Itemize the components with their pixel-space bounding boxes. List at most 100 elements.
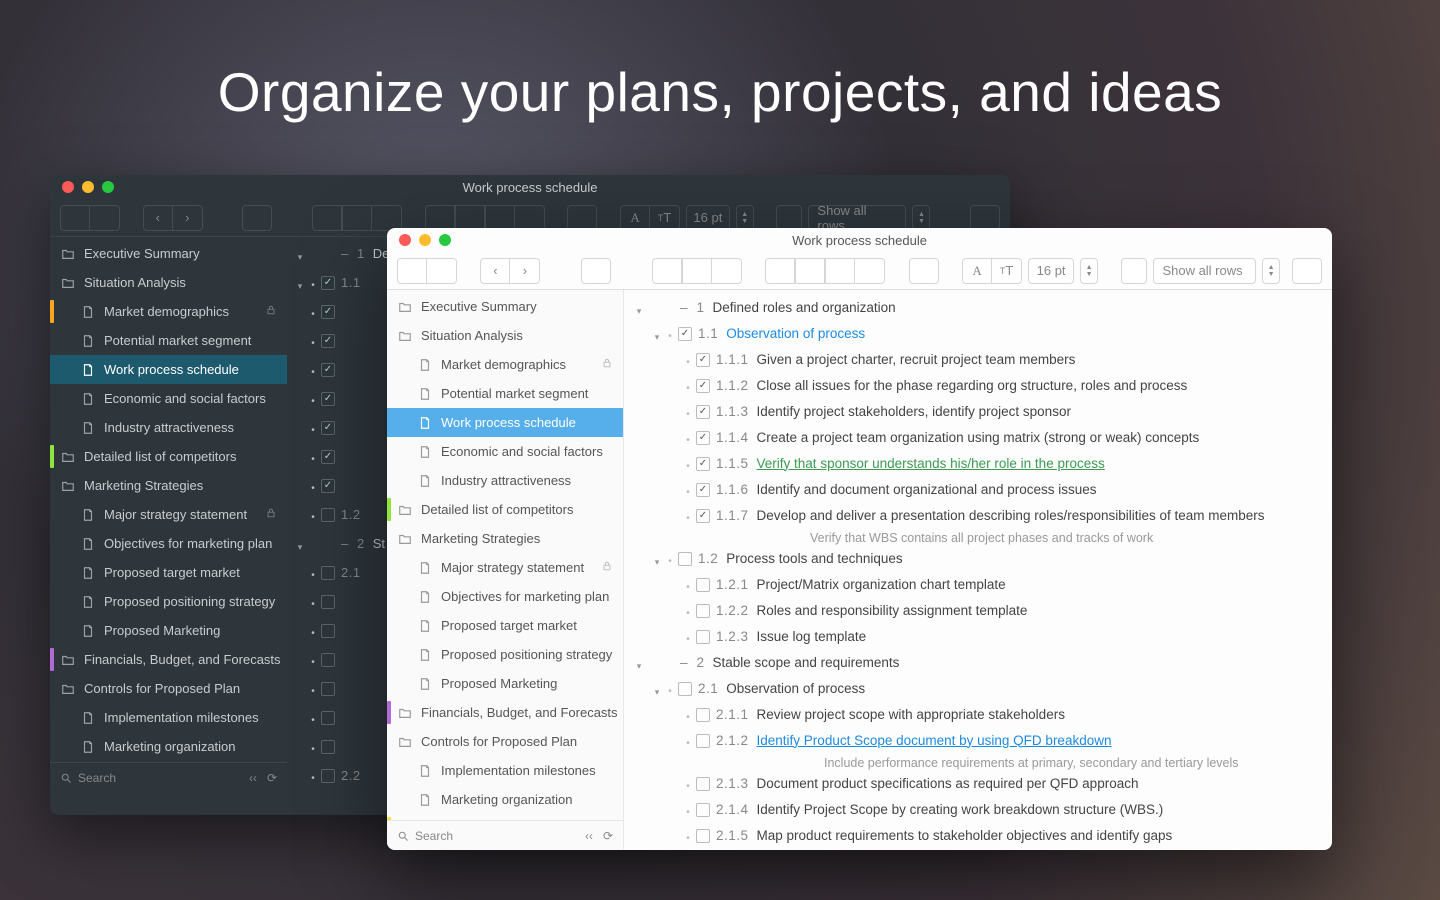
sidebar-item[interactable]: Potential market segment <box>50 326 287 355</box>
checkbox[interactable] <box>321 508 335 522</box>
checkbox[interactable] <box>321 479 335 493</box>
sidebar-item[interactable]: Detailed list of competitors <box>50 442 287 471</box>
sidebar-item[interactable]: Marketing organization <box>50 732 287 761</box>
collapse-icon[interactable]: ‹‹ <box>249 771 257 785</box>
new-doc-button[interactable] <box>60 205 90 231</box>
delete-button[interactable] <box>242 205 272 231</box>
outline-row[interactable]: •1.1.3Identify project stakeholders, ide… <box>628 400 1328 426</box>
outline-row[interactable]: •1.1.7Develop and deliver a presentation… <box>628 504 1328 530</box>
filter-select[interactable]: Show all rows <box>1153 258 1256 284</box>
checkbox[interactable] <box>696 578 710 592</box>
outline-row[interactable]: •2.1.5Map product requirements to stakeh… <box>628 824 1328 850</box>
checkbox[interactable] <box>321 595 335 609</box>
outline-row[interactable]: •1.1.4Create a project team organization… <box>628 426 1328 452</box>
zoom-icon[interactable] <box>102 181 114 193</box>
sidebar-item[interactable]: Objectives for marketing plan <box>387 582 623 611</box>
checkbox[interactable] <box>696 829 710 843</box>
checkbox[interactable] <box>321 450 335 464</box>
font-button[interactable]: A <box>962 258 992 284</box>
checkbox[interactable] <box>696 379 710 393</box>
checkbox[interactable] <box>321 682 335 696</box>
sidebar-item[interactable]: Marketing Strategies <box>50 471 287 500</box>
sidebar-item[interactable]: Proposed Marketing <box>387 669 623 698</box>
sidebar-item[interactable]: Situation Analysis <box>50 268 287 297</box>
close-icon[interactable] <box>399 234 411 246</box>
note-button[interactable] <box>909 258 939 284</box>
sidebar-item[interactable]: Detailed list of competitors <box>387 495 623 524</box>
disclosure-icon[interactable]: ▾ <box>650 683 664 701</box>
checkbox[interactable] <box>696 483 710 497</box>
split-button[interactable] <box>372 205 402 231</box>
numbered-button[interactable] <box>855 258 885 284</box>
checkbox[interactable] <box>321 624 335 638</box>
checkbox[interactable] <box>696 734 710 748</box>
checkbox[interactable] <box>696 509 710 523</box>
checkbox[interactable] <box>321 711 335 725</box>
sidebar-item[interactable]: Economic and social factors <box>50 384 287 413</box>
sidebar-item[interactable]: Industry attractiveness <box>387 466 623 495</box>
filter-select[interactable]: Show all rows <box>808 205 906 231</box>
checkbox[interactable] <box>321 653 335 667</box>
outline-row[interactable]: •1.1.6Identify and document organization… <box>628 478 1328 504</box>
indent-button[interactable] <box>342 205 372 231</box>
sidebar-item[interactable]: Executive Summary <box>387 292 623 321</box>
outline-row[interactable]: •2.1.2Identify Product Scope document by… <box>628 729 1328 755</box>
outline-row[interactable]: •1.1.1Given a project charter, recruit p… <box>628 348 1328 374</box>
sidebar-item[interactable]: Marketing organization <box>387 785 623 814</box>
sidebar-item[interactable]: Implementation milestones <box>387 756 623 785</box>
sidebar-search[interactable]: Search ‹‹ ⟳ <box>50 762 287 792</box>
new-folder-button[interactable] <box>90 205 120 231</box>
checkbox[interactable] <box>321 334 335 348</box>
back-button[interactable]: ‹ <box>480 258 510 284</box>
sidebar-item[interactable]: Implementation milestones <box>50 703 287 732</box>
titlebar[interactable]: Work process schedule <box>387 228 1332 252</box>
outline-row[interactable]: •2.1.3Document product specifications as… <box>628 772 1328 798</box>
split-button[interactable] <box>712 258 742 284</box>
indent-button[interactable] <box>682 258 712 284</box>
delete-button[interactable] <box>581 258 611 284</box>
checkbox[interactable] <box>321 421 335 435</box>
outline-row[interactable]: ▾•1.2Process tools and techniques <box>628 547 1328 573</box>
new-folder-button[interactable] <box>427 258 457 284</box>
checkbox[interactable] <box>696 708 710 722</box>
checkbox[interactable] <box>696 630 710 644</box>
sidebar-item[interactable]: Financials, Budget, and Forecasts <box>387 698 623 727</box>
checkbox[interactable] <box>321 740 335 754</box>
fontsize-stepper[interactable]: ▲▼ <box>1080 258 1098 284</box>
checkbox[interactable] <box>696 604 710 618</box>
checkbox[interactable] <box>678 327 692 341</box>
move-down-button[interactable] <box>795 258 825 284</box>
sidebar-item[interactable]: Industry attractiveness <box>50 413 287 442</box>
forward-button[interactable]: › <box>510 258 540 284</box>
disclosure-icon[interactable]: ▾ <box>632 657 646 675</box>
sidebar-search[interactable]: Search ‹‹ ⟳ <box>387 820 623 850</box>
sidebar-item[interactable]: Work process schedule <box>387 408 623 437</box>
list-button[interactable] <box>485 205 515 231</box>
list-button[interactable] <box>825 258 855 284</box>
outline-row[interactable]: •2.1.1Review project scope with appropri… <box>628 703 1328 729</box>
disclosure-icon[interactable]: ▾ <box>650 553 664 571</box>
move-up-button[interactable] <box>425 205 455 231</box>
sidebar-item[interactable]: Market demographics <box>387 350 623 379</box>
forward-button[interactable]: › <box>173 205 203 231</box>
numbered-button[interactable]: 1 <box>515 205 545 231</box>
outline-row[interactable]: ▾– 1Defined roles and organization <box>628 296 1328 322</box>
checkbox[interactable] <box>321 566 335 580</box>
sidebar-item[interactable]: Potential market segment <box>387 379 623 408</box>
sidebar-item[interactable]: Financials, Budget, and Forecasts <box>50 645 287 674</box>
sidebar-item[interactable]: Work process schedule <box>50 355 287 384</box>
move-down-button[interactable] <box>455 205 485 231</box>
sidebar-item[interactable]: Economic and social factors <box>387 437 623 466</box>
search-button[interactable] <box>970 205 1000 231</box>
checkbox[interactable] <box>696 803 710 817</box>
move-up-button[interactable] <box>765 258 795 284</box>
checkbox[interactable] <box>696 457 710 471</box>
disclosure-icon[interactable]: ▾ <box>293 248 307 266</box>
sidebar-item[interactable]: Major strategy statement <box>50 500 287 529</box>
outdent-button[interactable] <box>312 205 342 231</box>
sidebar-item[interactable]: Controls for Proposed Plan <box>387 727 623 756</box>
checkbox[interactable] <box>321 769 335 783</box>
outline-row[interactable]: •1.1.2Close all issues for the phase reg… <box>628 374 1328 400</box>
sidebar-item[interactable]: Proposed positioning strategy <box>387 640 623 669</box>
disclosure-icon[interactable]: ▾ <box>293 538 307 556</box>
